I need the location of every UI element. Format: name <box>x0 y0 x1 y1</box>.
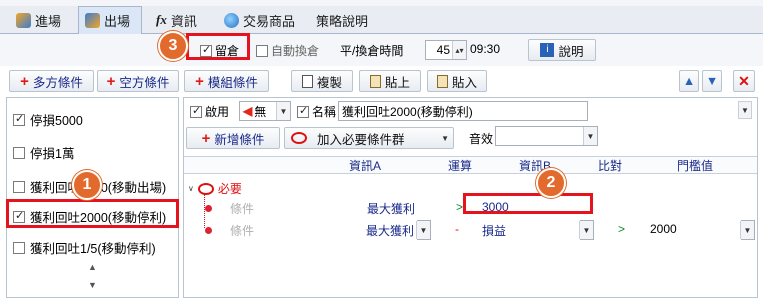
exit-toolbar: 留倉 自動換倉 平/換倉時間 45 ▴▾ 09:30 i 說明 <box>0 34 763 66</box>
chevron-down-icon[interactable]: ▼ <box>441 134 449 143</box>
move-down-button[interactable]: ▼ <box>702 70 722 92</box>
plus-icon: + <box>106 72 116 90</box>
chevron-down-icon[interactable]: ▼ <box>416 221 430 239</box>
info-icon: i <box>540 43 555 57</box>
copy-button[interactable]: 複製 <box>291 70 353 92</box>
required-group-icon <box>197 182 214 195</box>
required-group-node[interactable]: ∨ 必要 <box>188 180 242 197</box>
row2-threshold[interactable]: 2000 <box>650 222 677 236</box>
row2-threshold-dropdown[interactable]: ▼ <box>740 220 755 240</box>
row1-info-b[interactable]: 3000 <box>482 200 509 214</box>
delete-button[interactable]: ✕ <box>733 70 755 92</box>
step-badge-1: 1 <box>72 170 102 200</box>
arrow-up-icon: ▲ <box>682 74 696 88</box>
tab-entry[interactable]: 進場 <box>10 6 67 34</box>
hold-option[interactable]: 留倉 <box>200 42 239 59</box>
time-label: 平/換倉時間 <box>340 44 404 58</box>
name-input[interactable]: 獲利回吐2000(移動停利) <box>338 101 588 121</box>
close-icon: ✕ <box>738 72 750 89</box>
clipboard-icon <box>369 74 381 88</box>
row2-info-a-dropdown[interactable]: ▼ <box>416 220 431 240</box>
globe-icon <box>224 12 239 28</box>
entry-icon <box>16 12 31 28</box>
row2-compare[interactable]: > <box>618 222 625 236</box>
chevron-down-icon[interactable]: ▼ <box>579 221 593 239</box>
row2-operation[interactable]: - <box>455 222 459 236</box>
hold-checkbox[interactable] <box>200 43 212 57</box>
collapse-icon[interactable]: ∨ <box>188 184 194 193</box>
plus-icon: + <box>201 129 211 147</box>
chevron-down-icon[interactable]: ▼ <box>738 101 752 119</box>
list-checkbox[interactable] <box>13 146 25 159</box>
condition-row-2[interactable]: 條件 <box>205 222 254 239</box>
step-badge-3: 3 <box>158 31 188 61</box>
copy-icon <box>301 74 313 88</box>
name-checkbox[interactable] <box>297 104 309 118</box>
enable-select[interactable]: ◀ 無 ▼ <box>239 101 291 121</box>
list-item-selected[interactable]: 獲利回吐2000(移動停利) <box>13 207 166 226</box>
paste-into-button[interactable]: 貼入 <box>427 70 487 92</box>
scroll-up-icon[interactable]: ▲ <box>88 262 97 272</box>
row2-info-a[interactable]: 最大獲利 <box>366 222 414 239</box>
tab-bar: 進場 出場 fx 資訊 交易商品 策略說明 <box>0 0 763 34</box>
header-compare: 比對 <box>597 159 622 173</box>
help-button[interactable]: i 說明 <box>528 39 596 61</box>
condition-dot-icon <box>205 227 212 234</box>
fx-icon: fx <box>156 12 167 27</box>
long-condition-button[interactable]: + 多方條件 <box>9 70 94 92</box>
name-label-wrap: 名稱 <box>297 103 336 120</box>
enable-checkbox[interactable] <box>190 104 202 118</box>
list-checkbox[interactable] <box>13 112 25 126</box>
row2-info-b[interactable]: 損益 <box>482 222 506 239</box>
tab-products[interactable]: 交易商品 <box>218 6 301 34</box>
plus-icon: + <box>20 72 29 90</box>
add-required-group-button[interactable]: 加入必要條件群 ▼ <box>284 127 454 149</box>
tab-info[interactable]: fx 資訊 <box>150 6 203 34</box>
chevron-down-icon[interactable]: ▼ <box>276 102 290 120</box>
move-up-button[interactable]: ▲ <box>679 70 699 92</box>
list-item[interactable]: 停損5000 <box>13 110 83 129</box>
time-value: 09:30 <box>470 42 501 56</box>
arrow-icon: ◀ <box>243 104 253 118</box>
condition-dot-icon <box>205 205 212 212</box>
list-checkbox[interactable] <box>13 209 25 223</box>
chevron-down-icon[interactable]: ▼ <box>583 127 597 145</box>
list-item[interactable]: 獲利回吐1/5(移動停利) <box>13 238 156 257</box>
name-dropdown[interactable]: ▼ <box>738 101 752 121</box>
paste-button[interactable]: 貼上 <box>359 70 421 92</box>
sound-select[interactable]: ▼ <box>495 126 598 146</box>
enable-option[interactable]: 啟用 <box>190 103 229 120</box>
module-condition-button[interactable]: + 模組條件 <box>184 70 269 92</box>
header-threshold: 門檻值 <box>676 159 713 173</box>
condition-row-1[interactable]: 條件 <box>205 200 254 217</box>
exit-icon <box>85 13 100 28</box>
minutes-stepper[interactable]: 45 ▴▾ <box>425 40 467 60</box>
list-checkbox[interactable] <box>13 241 25 254</box>
add-condition-button[interactable]: + 新增條件 <box>186 127 280 149</box>
list-checkbox[interactable] <box>13 180 25 193</box>
sound-label: 音效 <box>469 132 494 146</box>
plus-icon: + <box>195 72 204 90</box>
scroll-down-icon[interactable]: ▼ <box>88 280 97 290</box>
required-group-icon <box>291 132 307 144</box>
tab-exit[interactable]: 出場 <box>78 6 142 34</box>
row1-info-a[interactable]: 最大獲利 <box>367 200 415 217</box>
short-condition-button[interactable]: + 空方條件 <box>97 70 179 92</box>
auto-rollover-option[interactable]: 自動換倉 <box>256 42 319 59</box>
stepper-arrows-icon[interactable]: ▴▾ <box>452 41 466 59</box>
tab-strategy-desc[interactable]: 策略說明 <box>310 6 374 34</box>
row1-operation[interactable]: > <box>456 200 463 214</box>
list-item[interactable]: 停損1萬 <box>13 143 74 162</box>
header-info-a: 資訊A <box>348 159 381 173</box>
paste-into-icon <box>436 74 448 88</box>
chevron-down-icon[interactable]: ▼ <box>740 221 754 239</box>
row2-info-b-dropdown[interactable]: ▼ <box>579 220 594 240</box>
arrow-down-icon: ▼ <box>705 74 719 88</box>
header-operation: 運算 <box>447 159 472 173</box>
auto-rollover-checkbox[interactable] <box>256 44 268 57</box>
step-badge-2: 2 <box>536 168 566 198</box>
